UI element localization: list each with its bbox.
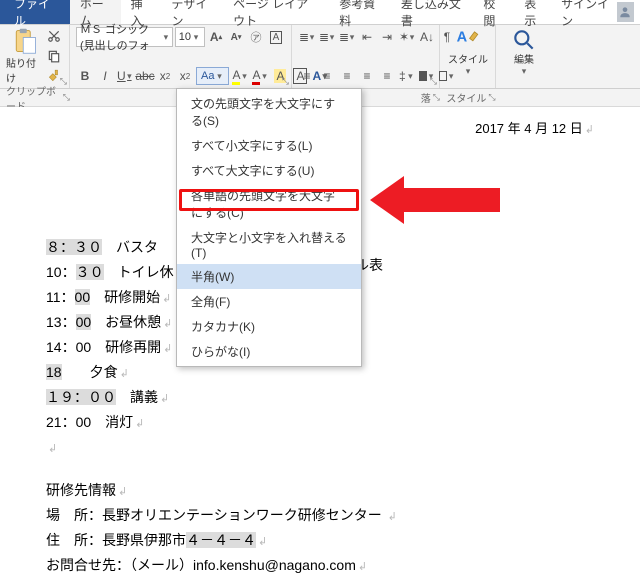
ribbon: 貼り付け ⤡ ＭＳ ゴシック (見出しのフォ▾ 10▾ A▴ A▾ ㋐ A B … xyxy=(0,25,640,89)
info-contact: お問合せ先：（メール）info.kenshu@nagano.com↲ xyxy=(46,555,594,576)
sort-button[interactable]: A↓ xyxy=(418,28,436,46)
editing-button[interactable]: 編集 ▾ xyxy=(502,27,546,77)
paste-icon xyxy=(11,27,39,55)
svg-text:A: A xyxy=(457,30,468,46)
group-editing: 編集 ▾ xyxy=(496,25,544,88)
align-left-button[interactable]: ≡ xyxy=(298,67,316,85)
font-size-combo[interactable]: 10▾ xyxy=(175,27,205,47)
styles-icon: A xyxy=(455,27,481,51)
menu-katakana[interactable]: カタカナ(K) xyxy=(177,314,361,339)
font-name-combo[interactable]: ＭＳ ゴシック (見出しのフォ▾ xyxy=(76,27,173,47)
menu-uppercase[interactable]: すべて大文字にする(U) xyxy=(177,158,361,183)
phonetic-guide-button[interactable]: ㋐ xyxy=(247,28,265,46)
group-clipboard: 貼り付け ⤡ xyxy=(0,25,70,88)
menu-toggle-case[interactable]: 大文字と小文字を入れ替える(T) xyxy=(177,225,361,264)
text-highlight-button[interactable]: A▾ xyxy=(231,67,249,85)
group-styles: A スタイル ▾ xyxy=(440,25,496,88)
superscript-button[interactable]: x2 xyxy=(176,67,194,85)
blank-line: ↲ xyxy=(46,437,594,458)
styles-group-label: スタイル xyxy=(446,90,486,105)
menu-hiragana[interactable]: ひらがな(I) xyxy=(177,339,361,364)
tab-file[interactable]: ファイル xyxy=(0,0,70,24)
paste-label: 貼り付け xyxy=(6,55,43,85)
justify-button[interactable]: ≡ xyxy=(358,67,376,85)
tab-review[interactable]: 校閲 xyxy=(473,0,514,24)
paste-button[interactable]: 貼り付け xyxy=(6,27,43,85)
copy-button[interactable] xyxy=(45,47,63,65)
tab-design[interactable]: デザイン xyxy=(161,0,223,24)
grow-font-button[interactable]: A▴ xyxy=(207,28,225,46)
distribute-button[interactable]: ≡ xyxy=(378,67,396,85)
signin-link[interactable]: サインイン xyxy=(555,0,640,24)
multilevel-list-button[interactable]: ≣▾ xyxy=(338,28,356,46)
styles-button[interactable]: A スタイル ▾ xyxy=(446,27,490,77)
info-address: 住 所：長野県伊那市４－４－４↲ xyxy=(46,530,594,551)
doc-date: 2017 年 4 月 12 日 xyxy=(475,121,583,136)
user-avatar-icon xyxy=(617,2,634,22)
cut-button[interactable] xyxy=(45,27,63,45)
menu-full-width[interactable]: 全角(F) xyxy=(177,289,361,314)
group-paragraph: ≣▾ ≣▾ ≣▾ ⇤ ⇥ ✶▾ A↓ ¶ ≡ ≡ ≡ ≡ ≡ ‡▾ ▾ ▾ ⤡ xyxy=(292,25,440,88)
clipboard-dialog-launcher-icon[interactable]: ⤡ xyxy=(60,76,67,87)
tab-page-layout[interactable]: ページ レイアウト xyxy=(223,0,329,24)
asian-layout-button[interactable]: ✶▾ xyxy=(398,28,416,46)
line-spacing-button[interactable]: ‡▾ xyxy=(398,67,416,85)
paragraph-mark-icon: ↲ xyxy=(585,124,594,136)
paragraph-dialog-launcher-icon[interactable]: ⤡ xyxy=(430,76,437,87)
editing-label: 編集 xyxy=(514,51,534,66)
tab-references[interactable]: 参考資料 xyxy=(329,0,391,24)
underline-button[interactable]: U▾ xyxy=(116,67,134,85)
menu-sentence-case[interactable]: 文の先頭文字を大文字にする(S) xyxy=(177,91,361,133)
font-dialog-launcher-icon[interactable]: ⤡ xyxy=(282,76,289,87)
enclose-chars-button[interactable]: A xyxy=(267,28,285,46)
numbering-button[interactable]: ≣▾ xyxy=(318,28,336,46)
bold-button[interactable]: B xyxy=(76,67,94,85)
tab-mailings[interactable]: 差し込み文書 xyxy=(391,0,474,24)
schedule-line-7: １９：００ 講義↲ xyxy=(46,387,594,408)
change-case-menu: 文の先頭文字を大文字にする(S) すべて小文字にする(L) すべて大文字にする(… xyxy=(176,88,362,367)
signin-label: サインイン xyxy=(561,0,613,29)
schedule-line-8: 21：00 消灯↲ xyxy=(46,412,594,433)
info-place: 場 所：長野オリエンテーションワーク研修センター ↲ xyxy=(46,505,594,526)
shrink-font-button[interactable]: A▾ xyxy=(227,28,245,46)
font-color-button[interactable]: A▾ xyxy=(251,67,269,85)
tab-view[interactable]: 表示 xyxy=(514,0,555,24)
menu-capitalize-each-word[interactable]: 各単語の先頭文字を大文字にする(C) xyxy=(177,183,361,225)
subscript-button[interactable]: x2 xyxy=(156,67,174,85)
bullets-button[interactable]: ≣▾ xyxy=(298,28,316,46)
menu-half-width[interactable]: 半角(W) xyxy=(177,264,361,289)
align-center-button[interactable]: ≡ xyxy=(318,67,336,85)
increase-indent-button[interactable]: ⇥ xyxy=(378,28,396,46)
info-header: 研修先情報↲ xyxy=(46,480,594,501)
align-right-button[interactable]: ≡ xyxy=(338,67,356,85)
decrease-indent-button[interactable]: ⇤ xyxy=(358,28,376,46)
italic-button[interactable]: I xyxy=(96,67,114,85)
change-case-button[interactable]: Aa▾ xyxy=(196,67,229,85)
strikethrough-button[interactable]: abc xyxy=(136,67,154,85)
paragraph-group-label: 落 xyxy=(421,90,431,105)
find-icon xyxy=(511,27,537,51)
styles-label: スタイル xyxy=(448,51,488,66)
menu-lowercase[interactable]: すべて小文字にする(L) xyxy=(177,133,361,158)
group-font: ＭＳ ゴシック (見出しのフォ▾ 10▾ A▴ A▾ ㋐ A B I U▾ ab… xyxy=(70,25,292,88)
